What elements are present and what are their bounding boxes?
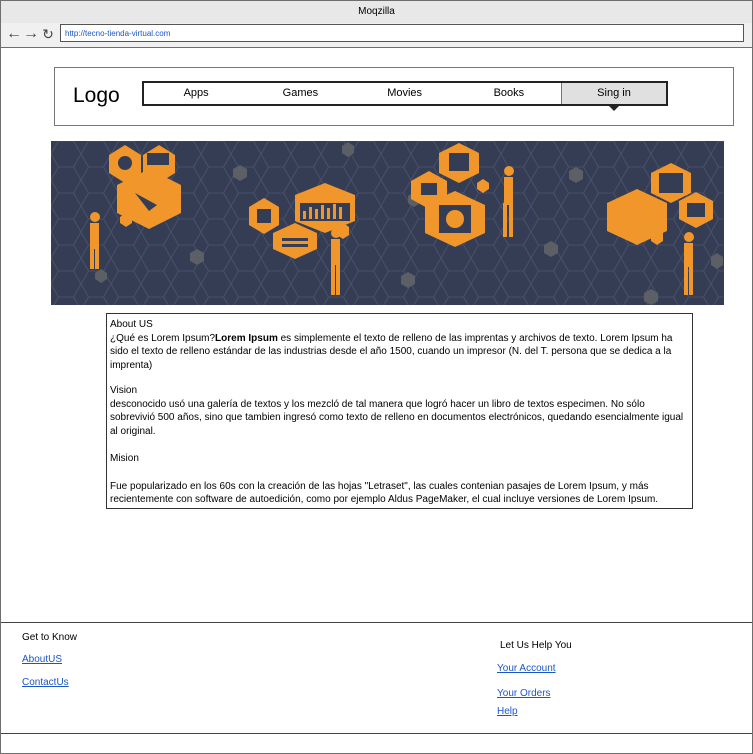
address-bar[interactable]: http://tecno-tienda-virtual.com: [60, 24, 744, 42]
sign-in-button[interactable]: Sing in: [561, 83, 666, 111]
footer-link-your-account[interactable]: Your Account: [497, 663, 556, 674]
vision-text: desconocido usó una galería de textos y …: [110, 398, 684, 437]
arrow-left-icon[interactable]: ←: [6, 25, 22, 43]
mision-text: Fue popularizado en los 60s con la creac…: [110, 480, 659, 506]
menu-item-apps[interactable]: Apps: [144, 83, 248, 104]
menu-item-movies[interactable]: Movies: [353, 83, 457, 104]
footer-link-contactus[interactable]: ContactUs: [22, 677, 69, 688]
about-section: About US ¿Qué es Lorem Ipsum?Lorem Ipsum…: [106, 313, 693, 509]
chevron-down-icon: [608, 105, 620, 111]
browser-toolbar: ← → ↻ http://tecno-tienda-virtual.com: [1, 23, 752, 48]
sign-in-label: Sing in: [597, 87, 631, 99]
about-title: About US: [110, 319, 153, 330]
menu-item-games[interactable]: Games: [248, 83, 352, 104]
arrow-right-icon[interactable]: →: [23, 25, 39, 43]
reload-icon[interactable]: ↻: [40, 25, 56, 43]
vision-title: Vision: [110, 385, 138, 396]
footer-right-title: Let Us Help You: [500, 640, 572, 651]
footer-link-help[interactable]: Help: [497, 706, 518, 717]
about-intro: ¿Qué es Lorem Ipsum?Lorem Ipsum es simpl…: [110, 332, 673, 371]
logo[interactable]: Logo: [73, 84, 120, 108]
footer-link-your-orders[interactable]: Your Orders: [497, 688, 551, 699]
footer-link-aboutus[interactable]: AboutUS: [22, 654, 62, 665]
menu-item-books[interactable]: Books: [457, 83, 561, 104]
mision-title: Mision: [110, 453, 139, 464]
banner-image: [51, 141, 724, 305]
site-header: Logo Apps Games Movies Books Sing in: [54, 67, 734, 126]
footer-left-title: Get to Know: [22, 632, 78, 643]
footer-bottom-divider: [1, 733, 752, 734]
window-title: Moqzilla: [1, 1, 752, 24]
main-menu: Apps Games Movies Books Sing in: [142, 81, 668, 111]
footer-divider: [1, 622, 752, 623]
